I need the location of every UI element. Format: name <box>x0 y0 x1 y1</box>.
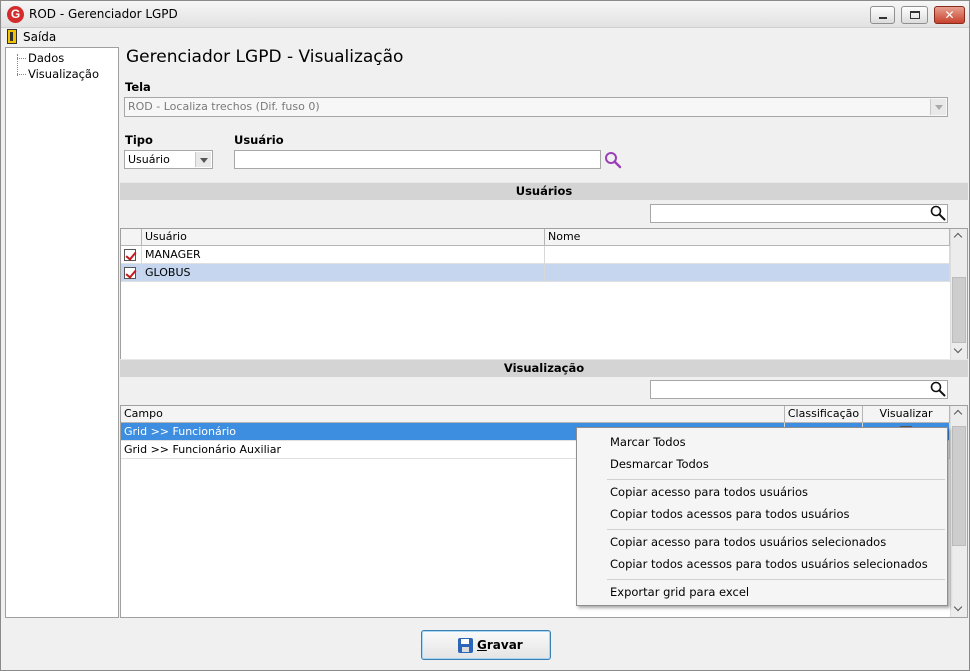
tela-select[interactable]: ROD - Localiza trechos (Dif. fuso 0) <box>124 97 948 117</box>
users-filter-input[interactable] <box>650 204 948 223</box>
search-icon[interactable] <box>930 381 946 397</box>
tela-label: Tela <box>125 80 151 94</box>
tipo-select[interactable]: Usuário <box>124 150 213 169</box>
close-icon: ✕ <box>944 8 955 22</box>
row-checkbox[interactable] <box>124 249 136 261</box>
menu-separator <box>607 579 945 580</box>
scroll-down-icon[interactable] <box>951 601 967 617</box>
maximize-button[interactable] <box>901 6 928 24</box>
minimize-icon <box>879 17 887 19</box>
tree-connector <box>17 58 26 59</box>
chevron-down-icon[interactable] <box>930 99 946 115</box>
column-header-campo[interactable]: Campo <box>121 406 785 423</box>
menu-separator <box>607 479 945 480</box>
column-header-classificacao[interactable]: Classificação <box>785 406 863 423</box>
app-logo-icon: G <box>7 6 24 23</box>
scroll-thumb[interactable] <box>952 426 966 546</box>
save-button-label: Gravar <box>477 638 523 652</box>
column-header-usuario[interactable]: Usuário <box>142 229 545 246</box>
window-title: ROD - Gerenciador LGPD <box>29 7 178 21</box>
cell-usuario: MANAGER <box>142 246 545 264</box>
column-header-nome[interactable]: Nome <box>545 229 950 246</box>
users-grid-scrollbar[interactable] <box>950 229 967 359</box>
usuario-label: Usuário <box>234 133 284 147</box>
users-section-header: Usuários <box>120 182 968 200</box>
checkbox-column-header <box>121 229 142 246</box>
menu-separator <box>607 529 945 530</box>
users-grid-header: Usuário Nome <box>121 229 950 246</box>
view-grid-scrollbar[interactable] <box>950 406 967 617</box>
tree-connector <box>17 74 26 75</box>
cell-usuario: GLOBUS <box>142 264 545 282</box>
row-checkbox-cell <box>121 264 142 282</box>
page-title: Gerenciador LGPD - Visualização <box>126 47 404 67</box>
tipo-select-value: Usuário <box>128 153 170 166</box>
minimize-button[interactable] <box>870 6 895 24</box>
view-filter-input[interactable] <box>650 380 948 399</box>
scroll-thumb[interactable] <box>952 277 966 343</box>
app-window: G ROD - Gerenciador LGPD ✕ Saída Dados V… <box>0 0 970 671</box>
save-label-mnemonic: G <box>477 638 487 652</box>
usuario-input[interactable] <box>234 150 601 169</box>
maximize-icon <box>910 11 920 19</box>
title-bar[interactable]: G ROD - Gerenciador LGPD ✕ <box>1 1 969 28</box>
menu-item-copiar-todos-acessos-todos[interactable]: Copiar todos acessos para todos usuários <box>577 504 947 525</box>
view-section-header: Visualização <box>120 359 968 377</box>
search-icon[interactable] <box>930 205 946 221</box>
menu-item-copiar-acesso-todos[interactable]: Copiar acesso para todos usuários <box>577 482 947 503</box>
close-button[interactable]: ✕ <box>934 6 965 24</box>
menu-item-exportar-excel[interactable]: Exportar grid para excel <box>577 582 947 603</box>
menu-bar: Saída <box>1 28 969 46</box>
menu-item-copiar-todos-acessos-selecionados[interactable]: Copiar todos acessos para todos usuários… <box>577 554 947 575</box>
context-menu: Marcar Todos Desmarcar Todos Copiar aces… <box>576 427 948 606</box>
scroll-up-icon[interactable] <box>951 229 967 245</box>
tela-select-value: ROD - Localiza trechos (Dif. fuso 0) <box>128 100 320 113</box>
exit-door-icon <box>7 29 17 44</box>
floppy-disk-icon <box>458 638 473 653</box>
chevron-down-icon[interactable] <box>195 152 211 167</box>
menu-item-copiar-acesso-selecionados[interactable]: Copiar acesso para todos usuários seleci… <box>577 532 947 553</box>
save-label-rest: ravar <box>486 638 523 652</box>
menu-item-desmarcar-todos[interactable]: Desmarcar Todos <box>577 454 947 475</box>
tipo-label: Tipo <box>125 133 153 147</box>
tree-item-label: Visualização <box>28 67 100 81</box>
menu-item-marcar-todos[interactable]: Marcar Todos <box>577 432 947 453</box>
view-grid-header: Campo Classificação Visualizar <box>121 406 950 423</box>
row-checkbox[interactable] <box>124 267 136 279</box>
table-row[interactable]: GLOBUS <box>121 264 950 282</box>
navigation-tree: Dados Visualização <box>5 47 119 618</box>
cell-nome <box>545 264 950 282</box>
column-header-visualizar[interactable]: Visualizar <box>863 406 950 423</box>
save-button[interactable]: Gravar <box>421 630 551 660</box>
scroll-down-icon[interactable] <box>951 343 967 359</box>
users-grid: Usuário Nome MANAGER GLOBUS <box>120 228 968 360</box>
tree-item-label: Dados <box>28 51 65 65</box>
cell-nome <box>545 246 950 264</box>
table-row[interactable]: MANAGER <box>121 246 950 264</box>
scroll-up-icon[interactable] <box>951 406 967 422</box>
menu-exit[interactable]: Saída <box>23 30 56 44</box>
row-checkbox-cell <box>121 246 142 264</box>
search-icon[interactable] <box>604 151 622 169</box>
